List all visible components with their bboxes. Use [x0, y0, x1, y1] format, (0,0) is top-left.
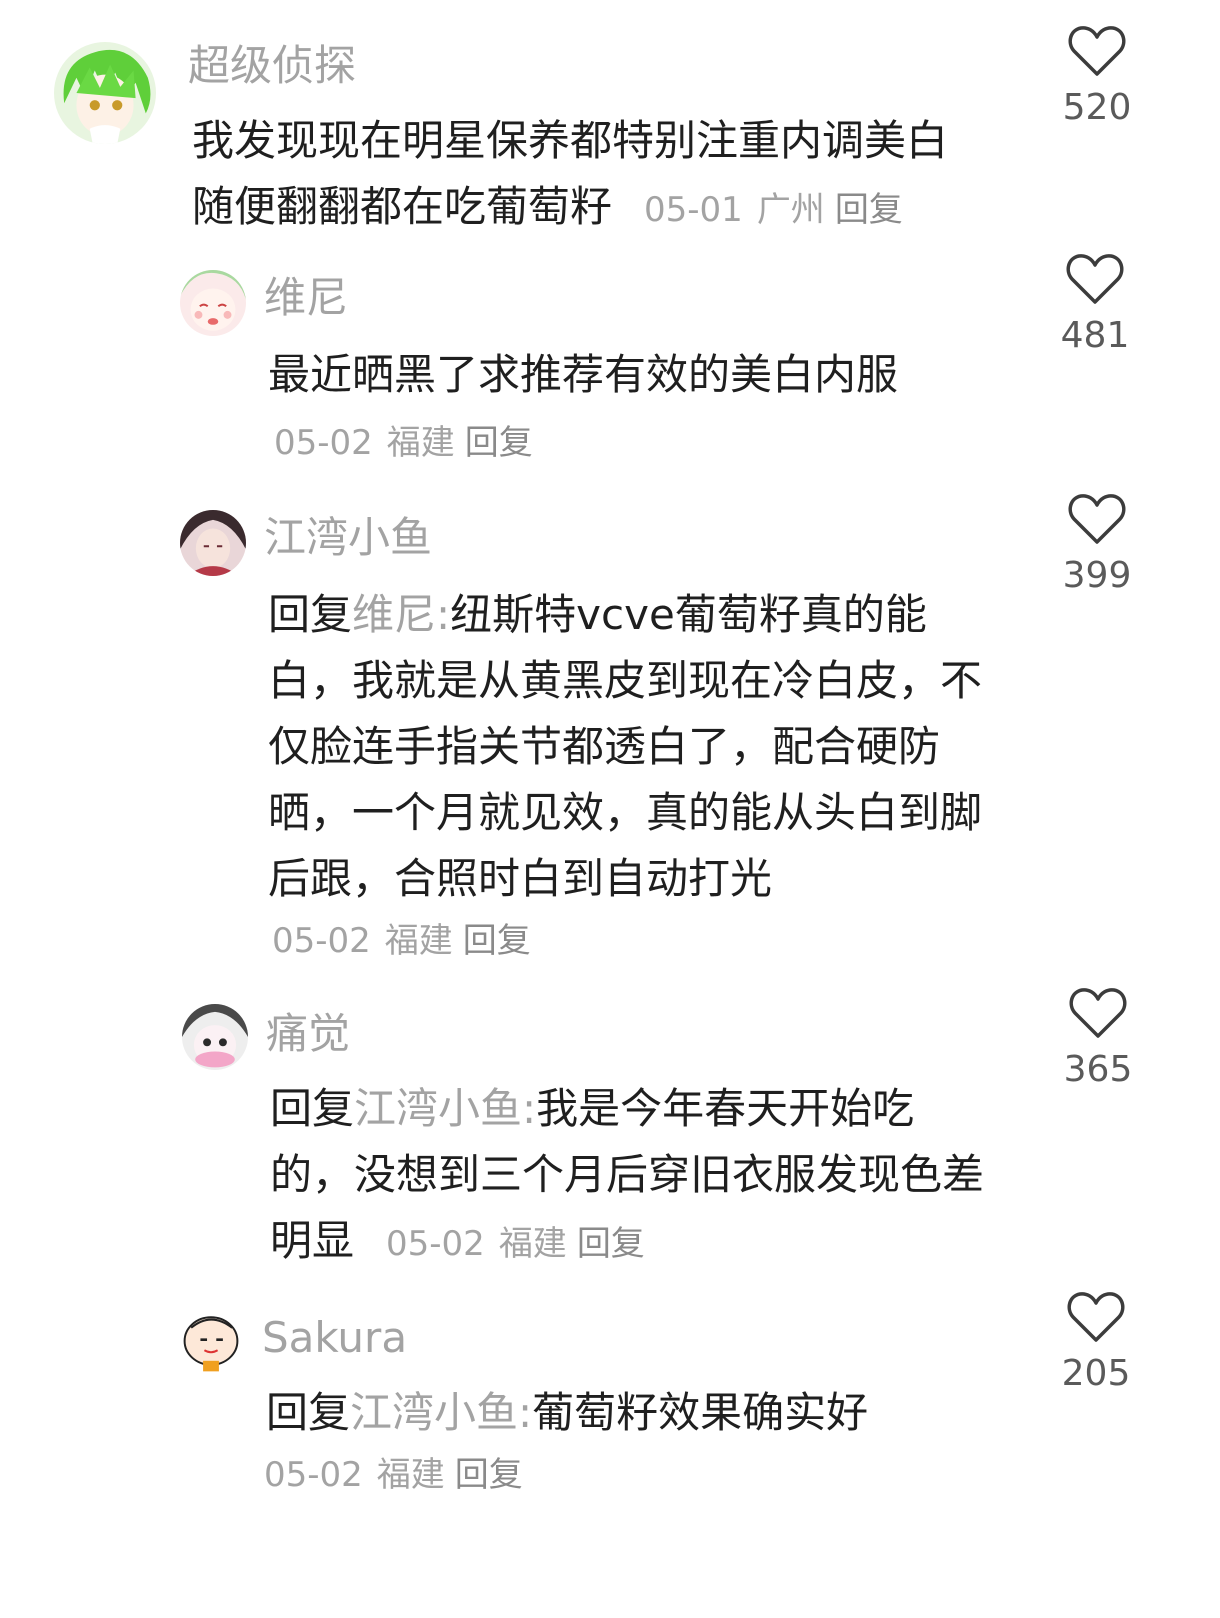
reply-button[interactable]: 回复	[465, 423, 533, 463]
comment-text-line: 我发现现在明星保养都特别注重内调美白	[192, 116, 949, 165]
heart-outline-icon[interactable]	[1068, 24, 1126, 78]
reply-button[interactable]: 回复	[835, 190, 903, 230]
username[interactable]: 超级侦探	[188, 38, 356, 94]
like-count: 481	[1060, 315, 1130, 356]
heart-outline-icon[interactable]	[1069, 986, 1127, 1040]
avatar[interactable]	[180, 270, 246, 336]
avatar-image	[180, 510, 246, 576]
username[interactable]: 维尼	[264, 270, 348, 326]
mention-link[interactable]: 维尼:	[352, 590, 450, 639]
like-count: 365	[1063, 1049, 1133, 1090]
like-area: 399	[1037, 492, 1157, 600]
comment-text: 回复江湾小鱼:葡萄籽效果确实好	[266, 1380, 1066, 1446]
reply-button[interactable]: 回复	[463, 921, 531, 961]
comment-date: 05-02	[264, 1455, 363, 1495]
avatar[interactable]	[54, 42, 156, 144]
username[interactable]: 痛觉	[266, 1006, 350, 1062]
like-area: 205	[1036, 1290, 1156, 1398]
comment-text-line-with-meta: 随便翻翻都在吃葡萄籽 05-01 广州 回复	[192, 174, 992, 243]
reply-prefix: 回复	[270, 1084, 355, 1133]
avatar[interactable]	[180, 510, 246, 576]
comment-text-line: 随便翻翻都在吃葡萄籽	[192, 182, 613, 231]
avatar-image	[54, 42, 156, 144]
like-count: 399	[1062, 555, 1132, 596]
username[interactable]: 江湾小鱼	[264, 510, 432, 566]
comment-date: 05-01	[644, 190, 743, 230]
heart-outline-icon[interactable]	[1067, 1290, 1125, 1344]
reply-button[interactable]: 回复	[577, 1224, 645, 1264]
like-area: 481	[1035, 252, 1155, 360]
reply-prefix: 回复	[268, 590, 353, 639]
comment-location: 福建	[386, 423, 455, 463]
comment-text: 最近晒黑了求推荐有效的美白内服	[268, 350, 899, 399]
comment-text: 回复维尼:纽斯特vcve葡萄籽真的能白，我就是从黄黑皮到现在冷白皮，不仅脸连手指…	[268, 582, 988, 912]
comment-location: 广州	[756, 190, 825, 230]
mention-link[interactable]: 江湾小鱼:	[354, 1084, 536, 1133]
avatar[interactable]	[182, 1004, 248, 1070]
mention-link[interactable]: 江湾小鱼:	[350, 1388, 532, 1437]
comment-date: 05-02	[272, 921, 371, 961]
comment-text: 我发现现在明星保养都特别注重内调美白 随便翻翻都在吃葡萄籽 05-01 广州 回复	[192, 108, 992, 243]
like-count: 520	[1062, 87, 1132, 128]
comment-date: 05-02	[386, 1224, 485, 1264]
comment-date: 05-02	[274, 423, 373, 463]
avatar[interactable]	[178, 1308, 244, 1374]
comment-text: 回复江湾小鱼:我是今年春天开始吃的，没想到三个月后穿旧衣服发现色差明显 05-02…	[270, 1076, 990, 1277]
like-count: 205	[1061, 1353, 1131, 1394]
comment-meta: 05-02 福建 回复	[272, 918, 531, 964]
heart-outline-icon[interactable]	[1066, 252, 1124, 306]
comment-body: 葡萄籽效果确实好	[532, 1388, 869, 1437]
like-area: 520	[1037, 24, 1157, 132]
heart-outline-icon[interactable]	[1068, 492, 1126, 546]
comment-location: 福建	[498, 1224, 567, 1264]
comment-location: 福建	[376, 1455, 445, 1495]
avatar-image	[178, 1308, 244, 1374]
comment-meta: 05-02 福建 回复	[264, 1452, 523, 1498]
avatar-image	[180, 270, 246, 336]
avatar-image	[182, 1004, 248, 1070]
comment-meta: 05-01 广州 回复	[644, 190, 903, 230]
like-area: 365	[1038, 986, 1158, 1094]
comment-meta: 05-02 福建 回复	[386, 1224, 645, 1264]
comment-location: 福建	[384, 921, 453, 961]
comment-meta: 05-02 福建 回复	[274, 420, 533, 466]
username[interactable]: Sakura	[262, 1310, 407, 1366]
reply-button[interactable]: 回复	[455, 1455, 523, 1495]
reply-prefix: 回复	[266, 1388, 351, 1437]
